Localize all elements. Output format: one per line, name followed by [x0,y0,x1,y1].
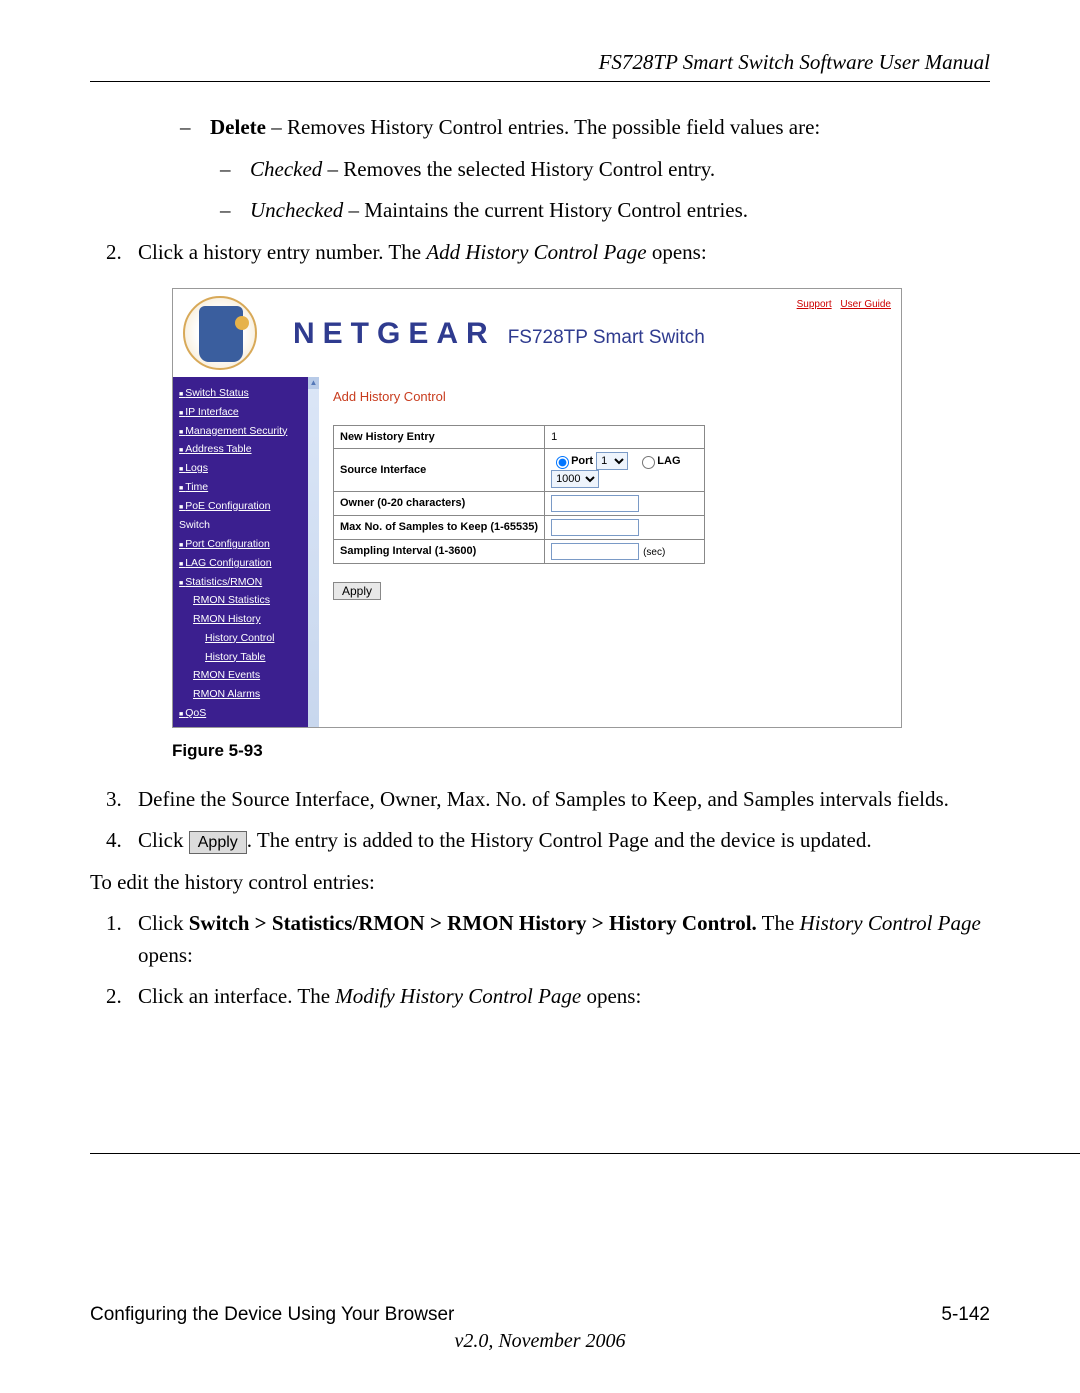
value-new-history-entry: 1 [545,425,705,449]
step-2-pagename: Add History Control Page [426,240,646,264]
sidebar-switch-status[interactable]: Switch Status [179,386,317,402]
sidebar-rmon-history[interactable]: RMON History [179,612,317,628]
footer-version: v2.0, November 2006 [90,1330,990,1353]
edit-step-1-a: Click [138,911,189,935]
to-edit-heading: To edit the history control entries: [90,867,990,899]
lag-label: LAG [657,455,680,467]
table-row: New History Entry 1 [334,425,705,449]
sidebar-switch-heading: Switch [179,518,317,534]
banner: NETGEAR FS728TP Smart Switch Support Use… [173,289,901,377]
edit-step-1-b: The [757,911,800,935]
step-4-text-a: Click [138,828,189,852]
port-radio[interactable] [556,456,569,469]
checked-label: Checked [250,157,322,181]
edit-step-1-pagename: History Control Page [800,911,981,935]
sampling-interval-input[interactable] [551,543,639,560]
label-new-history-entry: New History Entry [334,425,545,449]
sidebar-management-security[interactable]: Management Security [179,424,317,440]
sidebar-rmon-alarms[interactable]: RMON Alarms [179,687,317,703]
step-3: 3. Define the Source Interface, Owner, M… [90,784,990,816]
checked-desc: – Removes the selected History Control e… [322,157,715,181]
edit-step-2-a: Click an interface. The [138,984,335,1008]
label-source-interface: Source Interface [334,449,545,492]
step-4: 4. Click Apply. The entry is added to th… [90,825,990,857]
sidebar-poe-configuration[interactable]: PoE Configuration [179,499,317,515]
table-row: Sampling Interval (1-3600) (sec) [334,540,705,564]
step-2-num: 2. [106,237,122,269]
history-form-table: New History Entry 1 Source Interface Por… [333,425,705,565]
unchecked-desc: – Maintains the current History Control … [343,198,748,222]
step-3-text: Define the Source Interface, Owner, Max.… [138,787,949,811]
figure-caption: Figure 5-93 [172,738,990,764]
step-3-num: 3. [106,784,122,816]
sidebar-scrollbar[interactable]: ▲ [308,377,319,727]
edit-step-2-pagename: Modify History Control Page [335,984,581,1008]
label-owner: Owner (0-20 characters) [334,492,545,516]
lag-radio[interactable] [642,456,655,469]
delete-item: – Delete – Removes History Control entri… [90,112,990,144]
screenshot-figure: NETGEAR FS728TP Smart Switch Support Use… [172,288,902,728]
chevron-up-icon[interactable]: ▲ [308,377,319,389]
max-samples-input[interactable] [551,519,639,536]
checked-item: – Checked – Removes the selected History… [90,154,990,186]
sidebar-lag-configuration[interactable]: LAG Configuration [179,556,317,572]
label-sampling-interval: Sampling Interval (1-3600) [334,540,545,564]
owner-input[interactable] [551,495,639,512]
sidebar-ip-interface[interactable]: IP Interface [179,405,317,421]
sidebar-statistics-rmon[interactable]: Statistics/RMON [179,575,317,591]
sidebar-security[interactable]: Security [179,725,317,728]
edit-step-1-path: Switch > Statistics/RMON > RMON History … [189,911,757,935]
label-max-samples: Max No. of Samples to Keep (1-65535) [334,516,545,540]
delete-desc: – Removes History Control entries. The p… [266,115,820,139]
lag-select[interactable]: 1000 [551,470,599,488]
unchecked-label: Unchecked [250,198,343,222]
port-label: Port [571,455,593,467]
table-row: Source Interface Port 1 LAG 1000 [334,449,705,492]
edit-step-1-d: opens: [138,943,193,967]
brand-text: NETGEAR [293,311,496,356]
user-guide-link[interactable]: User Guide [840,299,891,310]
sidebar: ▲ Switch Status IP Interface Management … [173,377,319,727]
sec-unit: (sec) [643,547,665,558]
product-text: FS728TP Smart Switch [508,324,705,353]
sidebar-rmon-events[interactable]: RMON Events [179,668,317,684]
sidebar-rmon-statistics[interactable]: RMON Statistics [179,593,317,609]
step-2: 2. Click a history entry number. The Add… [90,237,990,269]
edit-step-2: 2. Click an interface. The Modify Histor… [90,981,990,1013]
content-title: Add History Control [333,387,887,407]
apply-button[interactable]: Apply [333,582,381,600]
step-4-text-b: . The entry is added to the History Cont… [247,828,872,852]
support-link[interactable]: Support [797,299,832,310]
apply-inline-button: Apply [189,831,247,854]
footer-left: Configuring the Device Using Your Browse… [90,1304,454,1326]
edit-step-1: 1. Click Switch > Statistics/RMON > RMON… [90,908,990,971]
top-links: Support User Guide [791,297,891,312]
unchecked-item: – Unchecked – Maintains the current Hist… [90,195,990,227]
step-2-text-c: opens: [647,240,707,264]
sidebar-time[interactable]: Time [179,480,317,496]
table-row: Max No. of Samples to Keep (1-65535) [334,516,705,540]
step-2-text-a: Click a history entry number. The [138,240,426,264]
footer-right: 5-142 [941,1304,990,1326]
content-panel: Add History Control New History Entry 1 … [319,377,901,727]
sidebar-history-table[interactable]: History Table [179,650,317,666]
port-select[interactable]: 1 [596,452,628,470]
delete-label: Delete [210,115,266,139]
sidebar-history-control[interactable]: History Control [179,631,317,647]
value-source-interface: Port 1 LAG 1000 [545,449,705,492]
edit-step-2-c: opens: [581,984,641,1008]
table-row: Owner (0-20 characters) [334,492,705,516]
edit-step-1-num: 1. [106,908,122,940]
sidebar-port-configuration[interactable]: Port Configuration [179,537,317,553]
sidebar-qos[interactable]: QoS [179,706,317,722]
netgear-logo-icon [183,296,257,370]
edit-step-2-num: 2. [106,981,122,1013]
step-4-num: 4. [106,825,122,857]
sidebar-logs[interactable]: Logs [179,461,317,477]
sidebar-address-table[interactable]: Address Table [179,442,317,458]
header-title: FS728TP Smart Switch Software User Manua… [90,50,990,75]
header-rule [90,81,990,82]
